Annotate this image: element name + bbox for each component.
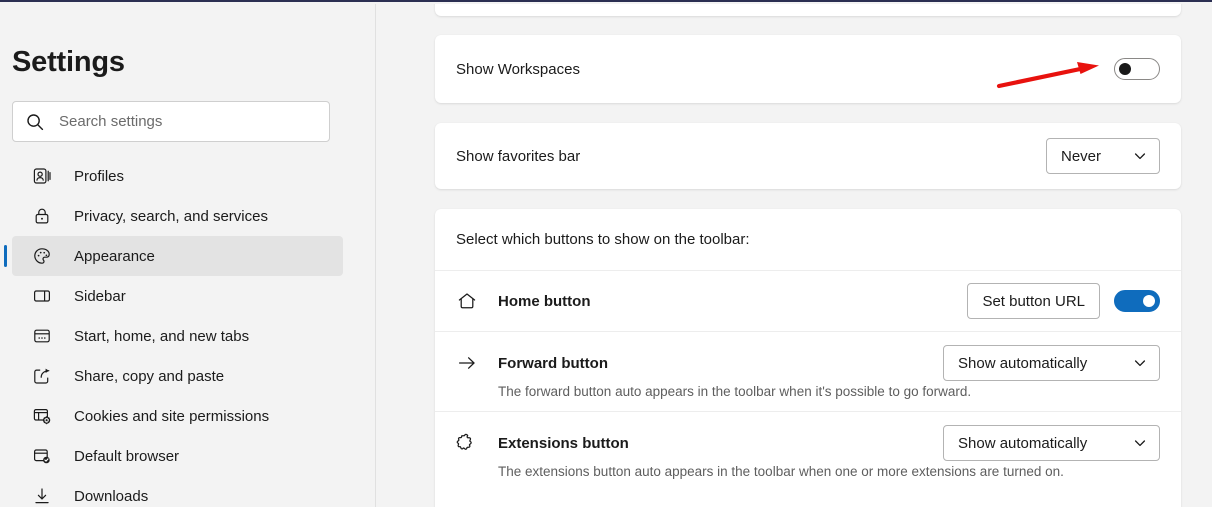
palette-icon	[32, 246, 52, 266]
dropdown-value: Never	[1061, 147, 1102, 165]
toolbar-section-header: Select which buttons to show on the tool…	[456, 231, 750, 248]
search-input[interactable]: Search settings	[12, 101, 330, 142]
forward-button-dropdown[interactable]: Show automatically	[943, 345, 1160, 381]
sidebar-item-label: Start, home, and new tabs	[74, 327, 250, 345]
arrow-right-icon	[456, 352, 478, 374]
sidebar-nav: Profiles Privacy, search, and services A…	[0, 156, 355, 507]
dropdown-value: Show automatically	[958, 354, 1088, 372]
sidebar-item-start-home-new-tabs[interactable]: Start, home, and new tabs	[12, 316, 343, 356]
card-show-favorites-bar: Show favorites bar Never	[435, 123, 1181, 189]
extensions-button-description: The extensions button auto appears in th…	[498, 464, 1064, 479]
sidebar-scrollbar-track[interactable]	[362, 4, 735, 507]
card-partial-above	[435, 4, 1181, 16]
row-extensions-button: Extensions button Show automatically The…	[435, 412, 1181, 491]
set-button-url-button[interactable]: Set button URL	[967, 283, 1100, 319]
chevron-down-icon	[1133, 436, 1147, 450]
sidebar-item-label: Share, copy and paste	[74, 367, 225, 385]
cookie-settings-icon	[32, 406, 52, 426]
sidebar-item-label: Downloads	[74, 487, 149, 505]
lock-icon	[32, 206, 52, 226]
dropdown-value: Show automatically	[958, 434, 1088, 452]
page-title: Settings	[12, 46, 125, 78]
settings-content: Show Workspaces Show favorites bar Never	[376, 4, 1212, 507]
home-button-toggle[interactable]	[1114, 290, 1160, 312]
extensions-button-title: Extensions button	[498, 434, 629, 452]
show-workspaces-label: Show Workspaces	[456, 60, 580, 78]
share-icon	[32, 366, 52, 386]
sidebar-item-sidebar[interactable]: Sidebar	[12, 276, 343, 316]
chevron-down-icon	[1133, 149, 1147, 163]
sidebar-item-cookies-permissions[interactable]: Cookies and site permissions	[12, 396, 343, 436]
show-favorites-bar-label: Show favorites bar	[456, 147, 581, 165]
sidebar-item-share-copy-paste[interactable]: Share, copy and paste	[12, 356, 343, 396]
toggle-knob	[1143, 295, 1155, 307]
sidebar-item-label: Appearance	[74, 247, 155, 265]
forward-button-title: Forward button	[498, 354, 608, 372]
sidebar-item-label: Profiles	[74, 167, 125, 185]
profiles-icon	[32, 166, 52, 186]
settings-page: Settings Search settings Profiles Privac…	[0, 0, 1212, 507]
browser-window-icon	[32, 326, 52, 346]
download-icon	[32, 486, 52, 506]
extensions-icon	[456, 432, 478, 454]
home-button-title: Home button	[498, 292, 591, 310]
show-workspaces-toggle[interactable]	[1114, 58, 1160, 80]
sidebar-item-downloads[interactable]: Downloads	[12, 476, 343, 507]
toggle-knob	[1119, 63, 1131, 75]
row-home-button: Home button Set button URL	[435, 271, 1181, 331]
forward-button-description: The forward button auto appears in the t…	[498, 384, 972, 399]
card-toolbar-buttons: Select which buttons to show on the tool…	[435, 209, 1181, 507]
search-placeholder: Search settings	[59, 113, 163, 130]
row-show-favorites-bar: Show favorites bar Never	[435, 123, 1181, 189]
chevron-down-icon	[1133, 356, 1147, 370]
show-favorites-bar-dropdown[interactable]: Never	[1046, 138, 1160, 174]
sidebar-item-profiles[interactable]: Profiles	[12, 156, 343, 196]
sidebar-item-appearance[interactable]: Appearance	[4, 236, 343, 276]
extensions-button-dropdown[interactable]: Show automatically	[943, 425, 1160, 461]
sidebar-item-label: Privacy, search, and services	[74, 207, 268, 225]
sidebar-item-label: Sidebar	[74, 287, 126, 305]
sidebar-item-label: Default browser	[74, 447, 180, 465]
row-show-workspaces: Show Workspaces	[435, 35, 1181, 103]
sidebar-item-label: Cookies and site permissions	[74, 407, 270, 425]
settings-sidebar: Settings Search settings Profiles Privac…	[0, 4, 355, 507]
card-show-workspaces: Show Workspaces	[435, 35, 1181, 103]
default-browser-icon	[32, 446, 52, 466]
row-forward-button: Forward button Show automatically The fo…	[435, 332, 1181, 411]
home-icon	[456, 290, 478, 312]
sidebar-item-default-browser[interactable]: Default browser	[12, 436, 343, 476]
sidebar-panel-icon	[32, 286, 52, 306]
sidebar-item-privacy[interactable]: Privacy, search, and services	[12, 196, 343, 236]
search-icon	[25, 112, 45, 132]
